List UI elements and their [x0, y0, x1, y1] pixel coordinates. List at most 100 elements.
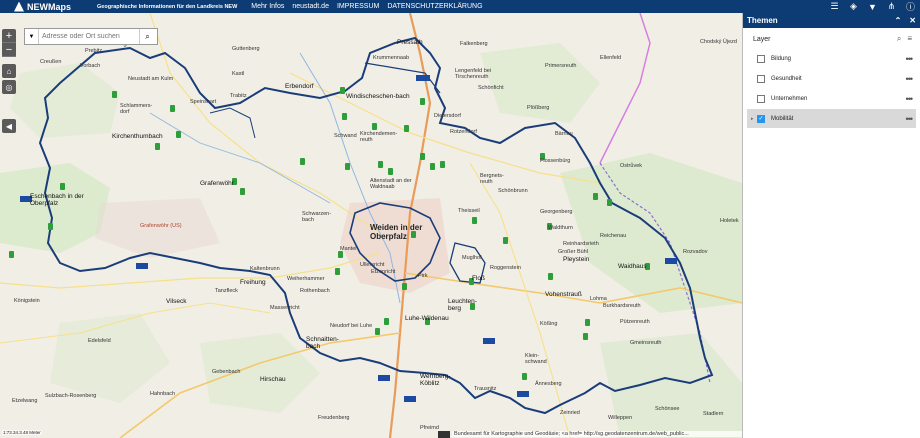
map-label: Willeppen: [608, 415, 633, 421]
filter-icon[interactable]: ▼: [867, 1, 878, 12]
nav-link-impressum[interactable]: IMPRESSUM: [337, 3, 379, 10]
layer-list-header: Layer ⌕ ≡: [743, 30, 920, 48]
back-button[interactable]: ◀: [2, 119, 16, 133]
layer-label: Unternehmen: [771, 95, 808, 102]
map-label: Vorbach: [80, 63, 101, 69]
map-label: Neudorf bei Luhe: [330, 323, 373, 329]
map-label: Vilseck: [166, 298, 187, 305]
map-label: Hirschau: [260, 376, 286, 383]
layer-item-mobilitaet[interactable]: ▸ ✓ Mobilität •••: [747, 109, 916, 128]
more-options-icon[interactable]: •••: [906, 94, 914, 104]
map-label: Altenstadt an der Waldnaab: [370, 178, 412, 190]
map-label: Guttenberg: [232, 46, 260, 52]
map-label: Neustadt am Kulm: [128, 76, 174, 82]
map-label: Rozvadov: [683, 249, 708, 255]
address-search: ▼ ⌕: [24, 28, 158, 45]
nav-link-neustadt[interactable]: neustadt.de: [292, 3, 329, 10]
locate-icon: ◎: [5, 82, 13, 92]
layer-item-gesundheit[interactable]: Gesundheit •••: [747, 69, 916, 88]
map-label: Stadlern: [703, 411, 724, 417]
map-label: Mantel: [340, 246, 357, 252]
map-label: Erbendorf: [285, 83, 314, 90]
map-label: Zeinried: [560, 410, 580, 416]
map-label: Speinshart: [190, 99, 217, 105]
map-label: Muglhof: [462, 255, 482, 261]
map-label: Schnaitten-bach: [306, 336, 339, 350]
map-label: Schwand: [334, 133, 357, 139]
map-label: Theisseil: [458, 208, 480, 214]
more-options-icon[interactable]: •••: [906, 54, 914, 64]
zoom-in-button[interactable]: +: [2, 29, 16, 43]
map-label: Trausnitz: [474, 386, 497, 392]
map-label: Ännesberg: [535, 381, 562, 387]
list-icon[interactable]: ☰: [829, 1, 840, 12]
info-icon[interactable]: ⓘ: [905, 1, 916, 12]
map-label: Rotzendorf: [450, 129, 477, 135]
zoom-control: + −: [2, 29, 16, 57]
panel-title: Themen: [747, 16, 778, 25]
share-icon[interactable]: ⋔: [886, 1, 897, 12]
map-label: Falkenberg: [460, 41, 488, 47]
map-label: Schlammers-dorf: [120, 103, 153, 115]
map-label: Pleystein: [563, 256, 590, 263]
map-label: Flossenbürg: [540, 158, 571, 164]
top-toolbar: ☰ ◈ ▼ ⋔ ⓘ: [829, 1, 916, 12]
close-icon[interactable]: ✕: [909, 16, 916, 25]
map-label: Großer Bühl: [558, 249, 588, 255]
map-label: Etzenricht: [371, 269, 396, 275]
map-label: Lengenfeld bei Tirschenreuth: [455, 68, 492, 80]
zoom-out-button[interactable]: −: [2, 43, 16, 57]
map-canvas[interactable]: Frankenberg Pressath Grafenwöhr Kirchent…: [0, 13, 742, 438]
layer-checkbox[interactable]: [757, 54, 765, 63]
locate-button[interactable]: ◎: [2, 80, 16, 94]
themes-panel: Themen ⌃ ✕ Layer ⌕ ≡ Bildung ••• Gesundh…: [742, 13, 920, 438]
search-source-dropdown[interactable]: ▼: [25, 29, 39, 44]
search-icon[interactable]: ⌕: [897, 34, 901, 44]
more-options-icon[interactable]: •••: [906, 74, 914, 84]
chevron-down-icon: ▼: [28, 33, 35, 40]
map-label: Burkhardsreuth: [603, 303, 641, 309]
map-label: Gebenbach: [212, 369, 241, 375]
nav-link-mehr-infos[interactable]: Mehr Infos: [251, 3, 284, 10]
layer-checkbox[interactable]: [757, 74, 765, 83]
app-logo[interactable]: NEWMaps: [14, 1, 72, 12]
map-label: Königstein: [14, 298, 40, 304]
logo-icon: [14, 1, 24, 12]
filter-list-icon[interactable]: ≡: [907, 34, 912, 44]
map-label: Ostrůvek: [620, 163, 643, 169]
map-label: Holetek: [720, 218, 739, 224]
map-label: Kastl: [232, 71, 245, 77]
layer-checkbox[interactable]: [757, 94, 765, 103]
app-name: NEWMaps: [27, 1, 72, 12]
map-label: Ullersricht: [360, 262, 385, 268]
search-button[interactable]: ⌕: [139, 29, 155, 44]
layer-label: Bildung: [771, 55, 792, 62]
map-label: Waidhaus: [618, 263, 647, 270]
map-attribution: Bundesamt für Kartographie und Geodäsie;…: [452, 431, 742, 437]
map-label: Klein-schwand: [525, 353, 547, 365]
map-label: Georgenberg: [540, 209, 573, 215]
collapse-icon[interactable]: ⌃: [895, 16, 902, 25]
layer-item-unternehmen[interactable]: Unternehmen •••: [747, 89, 916, 108]
map-label: Pressath: [397, 39, 423, 46]
map-label: Roggenstein: [490, 265, 521, 271]
map-label: Plößberg: [527, 105, 550, 111]
layers-icon[interactable]: ◈: [848, 1, 859, 12]
map-label-weiden: Weiden in der Oberpfalz: [370, 223, 423, 241]
map-label: Grafenwöhr (US): [140, 223, 182, 229]
map-label: Ellenfeld: [600, 55, 622, 61]
map-label: Schönsee: [655, 406, 680, 412]
map-label: Schwarzen-bach: [302, 211, 332, 223]
top-nav: Mehr Infos neustadt.de IMPRESSUM DATENSC…: [251, 3, 482, 10]
layer-item-bildung[interactable]: Bildung •••: [747, 49, 916, 68]
map-label: Schönficht: [478, 85, 504, 91]
more-options-icon[interactable]: •••: [906, 114, 914, 124]
map-label: Vohenstrauß: [545, 291, 582, 298]
expand-icon[interactable]: ▸: [751, 116, 754, 122]
map-label: Hahnbach: [150, 391, 176, 397]
home-button[interactable]: ⌂: [2, 64, 16, 78]
search-input[interactable]: [39, 29, 139, 44]
map-label: Dietersdorf: [434, 113, 461, 119]
layer-checkbox-checked[interactable]: ✓: [757, 114, 765, 123]
nav-link-datenschutz[interactable]: DATENSCHUTZERKLÄRUNG: [387, 3, 482, 10]
